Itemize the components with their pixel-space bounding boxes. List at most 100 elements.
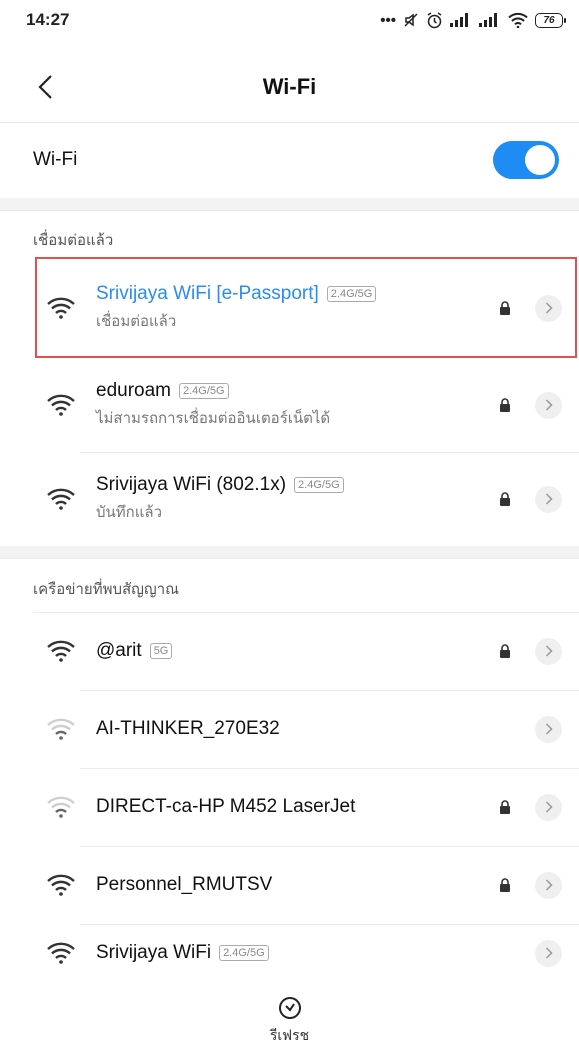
network-name-line: @arit 5G [96, 640, 499, 662]
more-notifications-icon: ••• [380, 11, 396, 29]
chevron-right-icon [545, 302, 553, 314]
signal-icon [479, 13, 497, 27]
network-name: eduroam [96, 380, 171, 401]
row-separator [33, 612, 579, 613]
header: Wi-Fi [0, 52, 579, 122]
chevron-right-icon [545, 801, 553, 813]
network-text: eduroam 2.4G/5G ไม่สามรถการเชื่อมต่ออินเ… [96, 380, 499, 430]
divider [0, 122, 579, 123]
band-badge: 2.4G/5G [179, 383, 229, 399]
section-gap [0, 546, 579, 558]
network-name: Personnel_RMUTSV [96, 874, 273, 895]
network-text: AI-THINKER_270E32 [96, 718, 535, 740]
network-name: Srivijaya WiFi [96, 942, 212, 963]
lock-icon [500, 878, 510, 892]
network-row-available[interactable]: Personnel_RMUTSV [33, 848, 562, 922]
network-name-line: Srivijaya WiFi 2.4G/5G [96, 942, 535, 964]
mute-icon [404, 13, 418, 27]
network-name: AI-THINKER_270E32 [96, 718, 280, 739]
network-row-available[interactable]: @arit 5G [33, 614, 562, 688]
status-bar: 14:27 ••• 76 [0, 0, 579, 40]
network-name-line: eduroam 2.4G/5G [96, 380, 499, 402]
wifi-icon [47, 942, 75, 964]
lock-icon [500, 644, 510, 658]
network-name-line: Srivijaya WiFi [e-Passport] 2.4G/5G [96, 283, 499, 305]
wifi-toggle-row: Wi-Fi [0, 124, 579, 196]
chevron-right-icon [545, 645, 553, 657]
divider [0, 210, 579, 211]
row-separator [80, 924, 579, 925]
network-row-available[interactable]: Srivijaya WiFi 2.4G/5G [33, 926, 562, 980]
band-badge: 2.4G/5G [326, 286, 377, 302]
lock-icon [500, 301, 510, 315]
band-badge: 5G [149, 643, 173, 659]
wifi-icon [47, 488, 75, 510]
row-separator [80, 690, 579, 691]
signal-icon [450, 13, 468, 27]
network-detail-button[interactable] [535, 871, 562, 899]
network-row-available[interactable]: DIRECT-ca-HP M452 LaserJet [33, 770, 562, 844]
network-detail-button[interactable] [535, 294, 562, 322]
network-detail-button[interactable] [535, 939, 562, 967]
wifi-toggle-label: Wi-Fi [33, 149, 78, 170]
wifi-icon [47, 874, 75, 896]
network-row-saved[interactable]: Srivijaya WiFi (802.1x) 2.4G/5G บันทึกแล… [33, 454, 562, 544]
alarm-icon [427, 11, 442, 28]
network-name: Srivijaya WiFi [e-Passport] [96, 283, 319, 304]
network-name: @arit [96, 640, 142, 661]
network-name-line: DIRECT-ca-HP M452 LaserJet [96, 796, 499, 818]
lock-icon [500, 800, 510, 814]
network-name-line: Srivijaya WiFi (802.1x) 2.4G/5G [96, 474, 499, 496]
section-title-available: เครือข่ายที่พบสัญญาณ [33, 581, 180, 598]
wifi-toggle-switch[interactable] [493, 141, 559, 179]
network-status: ไม่สามรถการเชื่อมต่ออินเตอร์เน็ตได้ [96, 410, 331, 427]
network-status: บันทึกแล้ว [96, 504, 163, 521]
lock-icon [500, 492, 510, 506]
network-name: Srivijaya WiFi (802.1x) [96, 474, 287, 495]
chevron-right-icon [545, 947, 553, 959]
network-text: Srivijaya WiFi [e-Passport] 2.4G/5G เชื่… [96, 283, 499, 333]
back-button[interactable] [30, 72, 60, 102]
network-text: DIRECT-ca-HP M452 LaserJet [96, 796, 499, 818]
network-row-saved[interactable]: Srivijaya WiFi [e-Passport] 2.4G/5G เชื่… [33, 260, 562, 356]
chevron-left-icon [38, 75, 52, 99]
chevron-right-icon [545, 493, 553, 505]
wifi-icon [47, 718, 75, 740]
row-separator [80, 846, 579, 847]
network-detail-button[interactable] [535, 391, 562, 419]
battery-icon: 76 [535, 12, 566, 28]
network-row-available[interactable]: AI-THINKER_270E32 [33, 692, 562, 766]
chevron-right-icon [545, 399, 553, 411]
refresh-button[interactable]: รีเฟรช [270, 995, 309, 1047]
lock-icon [500, 398, 510, 412]
wifi-icon [47, 640, 75, 662]
refresh-label: รีเฟรช [269, 1027, 310, 1043]
wifi-status-icon [508, 12, 528, 28]
network-detail-button[interactable] [535, 793, 562, 821]
network-detail-button[interactable] [535, 485, 562, 513]
network-text: @arit 5G [96, 640, 499, 662]
network-text: Personnel_RMUTSV [96, 874, 499, 896]
wifi-icon [47, 394, 75, 416]
bottom-bar: รีเฟรช [0, 980, 579, 1062]
switch-knob [525, 145, 555, 175]
network-status: เชื่อมต่อแล้ว [96, 313, 177, 330]
network-name-line: Personnel_RMUTSV [96, 874, 499, 896]
band-badge: 2.4G/5G [294, 477, 344, 493]
chevron-right-icon [545, 723, 553, 735]
status-icons: ••• 76 [380, 11, 566, 29]
network-row-saved[interactable]: eduroam 2.4G/5G ไม่สามรถการเชื่อมต่ออินเ… [33, 360, 562, 450]
row-separator [80, 452, 579, 453]
network-name-line: AI-THINKER_270E32 [96, 718, 535, 740]
wifi-icon [47, 796, 75, 818]
band-badge: 2.4G/5G [219, 945, 269, 961]
status-time: 14:27 [26, 10, 70, 29]
refresh-icon [278, 997, 301, 1019]
page-title: Wi-Fi [262, 74, 317, 99]
chevron-right-icon [545, 879, 553, 891]
row-separator [80, 768, 579, 769]
wifi-icon [47, 297, 75, 319]
network-text: Srivijaya WiFi (802.1x) 2.4G/5G บันทึกแล… [96, 474, 499, 524]
network-detail-button[interactable] [535, 715, 562, 743]
network-detail-button[interactable] [535, 637, 562, 665]
